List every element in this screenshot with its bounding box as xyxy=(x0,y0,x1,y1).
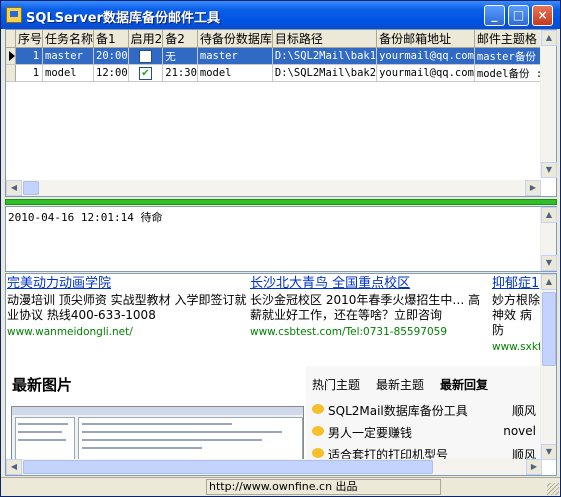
scroll-up-button[interactable]: ▲ xyxy=(541,207,557,223)
enable-checkbox[interactable] xyxy=(138,49,152,63)
scroll-thumb[interactable] xyxy=(23,181,39,195)
cell-time1[interactable]: 20:00 xyxy=(93,47,129,65)
column-header[interactable]: 启用2 xyxy=(128,30,164,48)
scroll-left-button[interactable]: ◀ xyxy=(6,459,22,475)
ad-description: 动漫培训 顶尖师资 实战型教材 入学即签订就业协议 热线400-633-1008 xyxy=(7,293,247,322)
web-vertical-scrollbar[interactable]: ▲ ▼ xyxy=(540,274,556,460)
resize-grip-icon[interactable] xyxy=(547,483,559,495)
topic-title-link[interactable]: SQL2Mail数据库备份工具 xyxy=(328,402,468,419)
enable-checkbox[interactable]: ✔ xyxy=(138,66,152,80)
scroll-right-button[interactable]: ▶ xyxy=(526,459,542,475)
topic-tabs: 热门主题 最新主题 最新回复 xyxy=(312,376,504,393)
ad-block[interactable]: 长沙北大青鸟 全国重点校区 长沙金冠校区 2010年春季火爆招生中… 高薪就业好… xyxy=(250,276,486,340)
column-header[interactable]: 备份邮箱地址 xyxy=(376,30,475,48)
progress-bar xyxy=(5,199,557,205)
cell-enable2[interactable] xyxy=(128,47,164,65)
column-header[interactable]: 序号 xyxy=(15,30,44,48)
cell-index[interactable]: 1 xyxy=(15,64,44,82)
cell-target-path[interactable]: D:\SQL2Mail\bak2 xyxy=(272,64,378,82)
forum-topics-panel: 热门主题 最新主题 最新回复 SQL2Mail数据库备份工具 顺风 男人一定要赚钱 … xyxy=(306,366,542,462)
screenshot-thumbnail[interactable] xyxy=(11,406,304,461)
table-row[interactable]: 1 model 12:00 ✔ 21:30 model D:\SQL2Mail\… xyxy=(6,64,541,82)
close-button[interactable]: × xyxy=(532,5,553,26)
column-header[interactable]: 邮件主题格 xyxy=(474,30,541,48)
scroll-thumb[interactable] xyxy=(23,460,433,474)
cell-time2[interactable]: 无 xyxy=(162,47,198,65)
cell-time2[interactable]: 21:30 xyxy=(162,64,198,82)
ad-description: 妙方根除 神效 病防 xyxy=(492,293,541,337)
ad-block[interactable]: 完美动力动画学院 动漫培训 顶尖师资 实战型教材 入学即签订就业协议 热线400… xyxy=(7,276,247,340)
ad-title-link[interactable]: 完美动力动画学院 xyxy=(7,276,247,291)
grid-header: 序号 任务名称 备1 启用2 备2 待备份数据库 目标路径 备份邮箱地址 邮件主… xyxy=(6,30,541,48)
column-header[interactable]: 备1 xyxy=(93,30,129,48)
title-bar[interactable]: SQLServer数据库备份邮件工具 _ □ × xyxy=(1,1,560,29)
status-bar: http://www.ownfine.cn 出品 xyxy=(1,477,560,496)
ad-url[interactable]: www.sxkfzx xyxy=(492,340,542,355)
scroll-thumb[interactable] xyxy=(542,292,556,366)
scroll-down-button[interactable]: ▼ xyxy=(541,162,557,178)
tab-new-replies[interactable]: 最新回复 xyxy=(440,378,488,392)
scroll-down-button[interactable]: ▼ xyxy=(541,444,556,460)
cell-task-name[interactable]: master xyxy=(42,47,95,65)
ad-url[interactable]: www.csbtest.com/Tel:0731-85597059 xyxy=(250,325,486,340)
ad-block[interactable]: 抑郁症1 妙方根除 神效 病防 www.sxkfzx xyxy=(492,276,542,355)
minimize-button[interactable]: _ xyxy=(484,5,505,26)
cell-database[interactable]: master xyxy=(197,47,273,65)
column-header[interactable]: 待备份数据库 xyxy=(197,30,273,48)
web-ad-panel: 完美动力动画学院 动漫培训 顶尖师资 实战型教材 入学即签订就业协议 热线400… xyxy=(5,273,557,476)
tab-new-topics[interactable]: 最新主题 xyxy=(376,378,424,392)
topic-user[interactable]: 顺风 xyxy=(512,402,536,419)
list-item[interactable]: 男人一定要赚钱 novel xyxy=(312,422,538,442)
row-header[interactable] xyxy=(6,64,16,82)
window-title: SQLServer数据库备份邮件工具 xyxy=(26,11,220,26)
speech-bubble-icon xyxy=(312,426,324,436)
cell-index[interactable]: 1 xyxy=(15,47,44,65)
cell-subject[interactable]: model备份 : xyxy=(474,64,541,82)
scroll-up-button[interactable]: ▲ xyxy=(541,30,557,46)
column-header[interactable]: 备2 xyxy=(162,30,198,48)
grid-horizontal-scrollbar[interactable]: ◀ ▶ xyxy=(6,180,541,196)
tab-hot-topics[interactable]: 热门主题 xyxy=(312,378,360,392)
log-vertical-scrollbar[interactable]: ▲ ▼ xyxy=(540,207,557,271)
cell-target-path[interactable]: D:\SQL2Mail\bak1 xyxy=(272,47,378,65)
status-text: http://www.ownfine.cn 出品 xyxy=(206,479,441,495)
current-row-arrow-icon xyxy=(9,51,15,61)
task-grid[interactable]: 序号 任务名称 备1 启用2 备2 待备份数据库 目标路径 备份邮箱地址 邮件主… xyxy=(5,29,557,197)
ad-description: 长沙金冠校区 2010年春季火爆招生中… 高薪就业好工作，还在等啥？立即咨询 xyxy=(250,293,481,322)
table-row[interactable]: 1 master 20:00 无 master D:\SQL2Mail\bak1… xyxy=(6,47,541,65)
web-horizontal-scrollbar[interactable]: ◀ ▶ xyxy=(6,459,542,475)
ad-title-link[interactable]: 长沙北大青鸟 全国重点校区 xyxy=(250,276,486,291)
topic-user[interactable]: novel xyxy=(503,424,536,438)
topic-title-link[interactable]: 男人一定要赚钱 xyxy=(328,424,412,441)
cell-task-name[interactable]: model xyxy=(42,64,95,82)
cell-time1[interactable]: 12:00 xyxy=(93,64,129,82)
log-text: 2010-04-16 12:01:14 待命 xyxy=(8,211,163,224)
scroll-left-button[interactable]: ◀ xyxy=(6,180,22,196)
cell-enable2[interactable]: ✔ xyxy=(128,64,164,82)
speech-bubble-icon xyxy=(312,448,324,458)
scroll-right-button[interactable]: ▶ xyxy=(525,180,541,196)
cell-subject[interactable]: master备份 xyxy=(474,47,541,65)
list-item[interactable]: SQL2Mail数据库备份工具 顺风 xyxy=(312,400,538,420)
ad-url[interactable]: www.wanmeidongli.net/ xyxy=(7,325,247,340)
main-window: SQLServer数据库备份邮件工具 _ □ × 序号 任务名称 备1 启用2 … xyxy=(0,0,561,497)
ad-title-link[interactable]: 抑郁症1 xyxy=(492,276,542,291)
cell-email[interactable]: yourmail@qq.com xyxy=(376,64,475,82)
cell-email[interactable]: yourmail@qq.com xyxy=(376,47,475,65)
column-header[interactable]: 任务名称 xyxy=(42,30,95,48)
cell-database[interactable]: model xyxy=(197,64,273,82)
row-header-corner xyxy=(6,30,16,48)
maximize-button[interactable]: □ xyxy=(508,5,529,26)
new-pictures-heading: 最新图片 xyxy=(12,376,73,394)
scroll-up-button[interactable]: ▲ xyxy=(541,274,556,290)
log-box[interactable]: 2010-04-16 12:01:14 待命 ▲ ▼ xyxy=(5,206,557,272)
column-header[interactable]: 目标路径 xyxy=(272,30,378,48)
speech-bubble-icon xyxy=(312,404,324,414)
app-icon xyxy=(6,7,22,23)
row-header[interactable] xyxy=(6,47,16,65)
grid-vertical-scrollbar[interactable]: ▲ ▼ xyxy=(540,30,557,178)
scroll-down-button[interactable]: ▼ xyxy=(541,255,557,271)
